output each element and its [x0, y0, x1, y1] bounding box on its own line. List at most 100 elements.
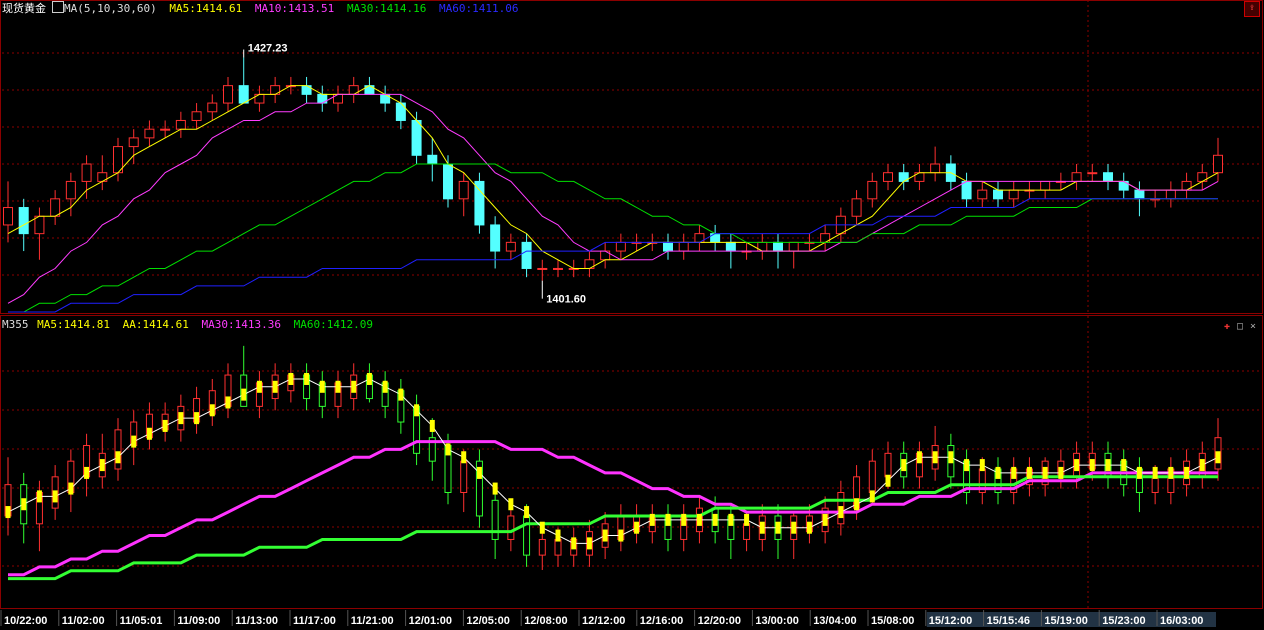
x-tick-label: 11/02:00 — [62, 615, 105, 627]
indicator-panel — [4, 345, 1222, 581]
x-tick-label: 13/00:00 — [755, 615, 798, 627]
candle-body — [191, 111, 202, 121]
candle-body — [993, 189, 1003, 200]
bottom-ma30-readout: MA30:1413.36 — [201, 318, 281, 331]
candle-body — [175, 119, 186, 130]
aa-marker — [885, 474, 891, 487]
candle-body — [961, 180, 972, 200]
aa-marker — [1089, 459, 1095, 472]
aa-marker — [304, 372, 310, 385]
aa-marker — [1074, 459, 1080, 472]
aa-marker — [586, 537, 592, 550]
x-tick-label: 12/05:00 — [466, 615, 509, 627]
aa-marker — [241, 388, 247, 401]
x-tick-label: 16/03:00 — [1160, 615, 1203, 627]
candle-body — [128, 137, 139, 148]
aa-marker — [838, 506, 844, 519]
candle-body — [788, 241, 799, 252]
aa-marker — [916, 451, 922, 464]
aa-marker — [256, 380, 262, 393]
aa-marker — [1168, 466, 1174, 479]
aa-marker — [476, 466, 482, 479]
aa-marker — [21, 498, 27, 511]
x-tick-label: 15/08:00 — [871, 615, 914, 627]
candle-body — [1071, 172, 1082, 182]
x-tick-label: 15/12:00 — [929, 615, 972, 627]
candle-body — [160, 128, 171, 131]
aa-marker — [539, 521, 545, 534]
aa-marker — [1136, 466, 1142, 479]
candle-body — [537, 267, 548, 270]
aa-marker — [571, 537, 577, 550]
candle-body — [883, 172, 893, 182]
ma-line-ma5 — [7, 85, 1219, 269]
chart-canvas[interactable]: 10/22:00 11/02:00 11/05:01 11/09:00 11/13:00… — [0, 0, 1264, 630]
indicator-body — [868, 460, 876, 493]
x-tick-label: 10/22:00 — [4, 615, 47, 627]
candle-body — [238, 85, 249, 104]
price-panel — [3, 57, 1223, 313]
aa-marker — [822, 513, 828, 526]
aa-marker — [429, 419, 435, 432]
indicator-body — [460, 460, 468, 493]
aa-marker — [99, 459, 105, 472]
candle-body — [1103, 172, 1113, 182]
candle-body — [474, 180, 485, 226]
candle-body — [427, 154, 438, 165]
x-tick-label: 11/05:01 — [120, 615, 163, 627]
candle-body — [144, 128, 155, 139]
indicator-name-bottom[interactable]: M355 — [2, 318, 29, 331]
aa-marker — [869, 490, 875, 503]
add-indicator-icon[interactable]: ✚ — [1222, 322, 1232, 332]
aa-marker — [555, 529, 561, 542]
ma60-readout: MA60:1411.06 — [439, 2, 519, 15]
aa-marker — [36, 490, 42, 503]
aa-marker — [1026, 466, 1032, 479]
x-tick-label: 13/04:00 — [813, 615, 856, 627]
aa-marker — [414, 404, 420, 417]
aa-marker — [445, 443, 451, 456]
close-icon[interactable]: × — [1248, 322, 1258, 332]
aa-marker — [665, 513, 671, 526]
aa-marker — [5, 506, 11, 519]
candle-body — [411, 119, 422, 156]
x-tick-label: 12/08:00 — [524, 615, 567, 627]
low-label: 1401.60 — [546, 294, 586, 306]
x-tick-label: 11/09:00 — [177, 615, 220, 627]
panel-window-buttons: ✚ □ × — [1219, 320, 1258, 332]
aa-marker — [1042, 466, 1048, 479]
aa-marker — [696, 513, 702, 526]
bottom-aa-readout: AA:1414.61 — [122, 318, 189, 331]
aa-marker — [524, 506, 530, 519]
x-tick-label: 15/19:00 — [1044, 615, 1087, 627]
candle-body — [1040, 180, 1051, 191]
aa-marker — [52, 490, 58, 503]
candle-body — [3, 207, 13, 226]
aa-marker — [1058, 466, 1064, 479]
candle-body — [458, 180, 469, 200]
indicator-body — [884, 452, 892, 478]
indicator-name[interactable]: MA(5,10,30,60) — [64, 2, 157, 15]
aa-marker — [398, 388, 404, 401]
bottom-ma60-readout: MA60:1412.09 — [293, 318, 374, 331]
maximize-icon[interactable]: □ — [1235, 322, 1245, 332]
aa-marker — [461, 451, 467, 464]
indicator-body — [1151, 476, 1159, 493]
indicator-body — [538, 538, 546, 556]
aa-marker — [162, 419, 168, 432]
aa-marker — [618, 529, 624, 542]
candle-body — [867, 180, 878, 200]
aa-marker — [995, 466, 1001, 479]
candle-body — [65, 180, 76, 200]
aa-marker — [744, 513, 750, 526]
candle-body — [1134, 189, 1145, 200]
aa-marker — [335, 380, 341, 393]
indicator-body — [554, 538, 562, 556]
indicator-body — [491, 499, 499, 540]
aa-marker — [209, 404, 215, 417]
aa-marker — [366, 372, 372, 385]
candle-body — [930, 163, 941, 174]
ma30-readout: MA30:1414.16 — [346, 2, 427, 15]
candle-body — [521, 241, 532, 269]
close-panel-icon[interactable]: ⇪ — [1244, 1, 1260, 17]
